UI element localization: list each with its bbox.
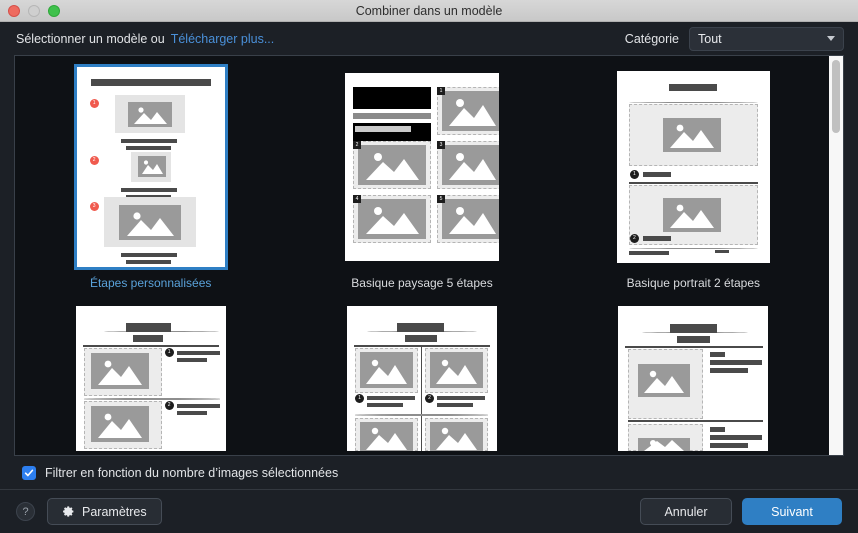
chevron-down-icon <box>827 36 835 41</box>
dialog-body: Sélectionner un modèle ou Télécharger pl… <box>0 22 858 533</box>
step-badge: 3 <box>89 202 99 211</box>
template-cell: 1 2 <box>286 64 557 290</box>
window-title: Combiner dans un modèle <box>355 3 503 18</box>
template-item-basic-landscape-5[interactable]: 1 2 3 4 5 <box>344 64 499 270</box>
template-thumbnail: 1 2 <box>616 71 770 263</box>
step-badge: 2 <box>629 234 639 243</box>
step-badge: 2 <box>89 156 99 165</box>
step-badge: 1 <box>629 170 639 179</box>
step-badge: 2 <box>424 394 434 403</box>
image-placeholder-icon <box>448 153 496 180</box>
filter-checkbox[interactable] <box>22 465 36 480</box>
settings-button[interactable]: Paramètres <box>47 498 162 525</box>
step-badge: 1 <box>436 87 445 95</box>
template-caption: Basique paysage 5 étapes <box>351 276 493 290</box>
checkmark-icon <box>24 469 34 476</box>
next-button[interactable]: Suivant <box>742 498 842 525</box>
template-scrollbar[interactable] <box>829 56 843 455</box>
help-button[interactable]: ? <box>16 502 35 521</box>
select-template-label: Sélectionner un modèle ou <box>16 31 165 46</box>
template-item-row2-left[interactable]: 1 2 <box>74 306 228 451</box>
step-badge: 1 <box>354 394 364 403</box>
image-placeholder-icon <box>448 207 496 234</box>
window-titlebar: Combiner dans un modèle <box>0 0 858 22</box>
scrollbar-thumb[interactable] <box>832 60 840 133</box>
image-placeholder-icon <box>365 359 407 384</box>
template-cell: 1 2 <box>15 306 286 455</box>
template-cell: 1 2 <box>15 64 286 290</box>
image-placeholder-icon <box>133 107 167 124</box>
template-caption: Basique portrait 2 étapes <box>626 276 761 290</box>
step-badge: 1 <box>164 348 174 357</box>
image-placeholder-icon <box>644 370 685 393</box>
image-placeholder-icon <box>365 207 419 234</box>
category-label: Catégorie <box>624 31 679 46</box>
image-placeholder-icon <box>365 153 419 180</box>
template-cell <box>558 306 829 455</box>
template-scroll-area[interactable]: 1 2 3 Étapes personnalisées 1 2 3 4 5 Ba… <box>14 55 844 456</box>
image-placeholder-icon <box>126 212 174 236</box>
image-placeholder-icon <box>435 359 477 384</box>
template-cell: 1 2 <box>558 64 829 290</box>
download-more-link[interactable]: Télécharger plus... <box>171 32 275 46</box>
template-cell: 1 2 <box>286 306 557 455</box>
gear-icon <box>63 506 74 517</box>
template-thumbnail: 1 2 <box>73 64 228 270</box>
category-dropdown[interactable]: Tout <box>689 26 844 51</box>
image-placeholder-icon <box>435 427 477 450</box>
filter-label: Filtrer en fonction du nombre d’images s… <box>45 465 339 480</box>
template-thumbnail <box>618 306 769 451</box>
image-placeholder-icon <box>365 427 407 450</box>
step-badge: 5 <box>436 195 445 203</box>
template-item-row2-center[interactable]: 1 2 <box>345 306 499 451</box>
template-thumbnail: 1 2 <box>344 73 499 261</box>
template-item-row2-right[interactable] <box>616 306 770 451</box>
template-thumbnail: 1 2 <box>75 306 226 451</box>
template-caption: Étapes personnalisées <box>89 276 212 290</box>
image-placeholder-icon <box>644 440 685 451</box>
step-badge: 4 <box>352 195 361 203</box>
dialog-footer: ? Paramètres Annuler Suivant <box>0 490 858 533</box>
step-badge: 2 <box>352 141 361 149</box>
step-badge: 3 <box>436 141 445 149</box>
step-badge: 2 <box>164 401 174 410</box>
image-placeholder-icon <box>141 160 163 174</box>
image-placeholder-icon <box>669 124 714 148</box>
template-thumbnail: 1 2 <box>346 306 497 451</box>
image-placeholder-icon <box>448 99 496 126</box>
category-value: Tout <box>698 31 722 46</box>
cancel-button[interactable]: Annuler <box>640 498 732 525</box>
image-placeholder-icon <box>669 204 714 228</box>
template-item-custom-steps[interactable]: 1 2 3 <box>73 64 228 270</box>
image-placeholder-icon <box>97 360 142 385</box>
template-grid-viewport: 1 2 3 Étapes personnalisées 1 2 3 4 5 Ba… <box>15 56 829 455</box>
settings-label: Paramètres <box>82 504 147 519</box>
template-grid: 1 2 3 Étapes personnalisées 1 2 3 4 5 Ba… <box>15 64 829 455</box>
image-placeholder-icon <box>97 413 142 438</box>
step-badge: 1 <box>89 99 99 108</box>
filter-row: Filtrer en fonction du nombre d’images s… <box>0 456 858 489</box>
template-item-basic-portrait-2[interactable]: 1 2 <box>616 64 770 270</box>
dialog-header: Sélectionner un modèle ou Télécharger pl… <box>0 22 858 55</box>
